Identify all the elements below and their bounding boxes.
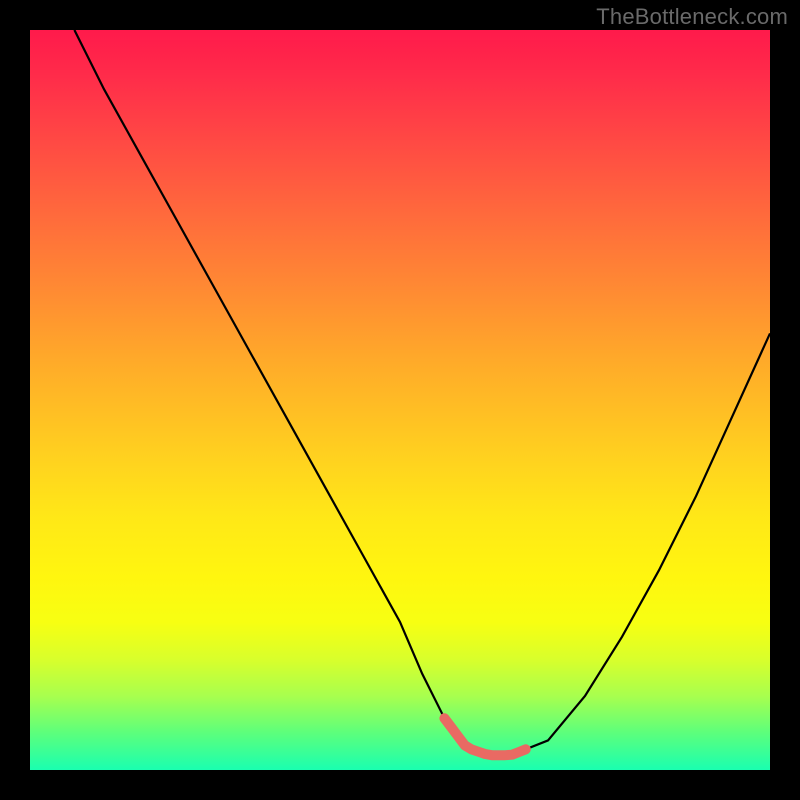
plot-area [30,30,770,770]
chart-svg [30,30,770,770]
watermark-text: TheBottleneck.com [596,4,788,30]
chart-frame: TheBottleneck.com [0,0,800,800]
bottleneck-curve-line [74,30,770,755]
optimal-range-marker [444,718,525,755]
